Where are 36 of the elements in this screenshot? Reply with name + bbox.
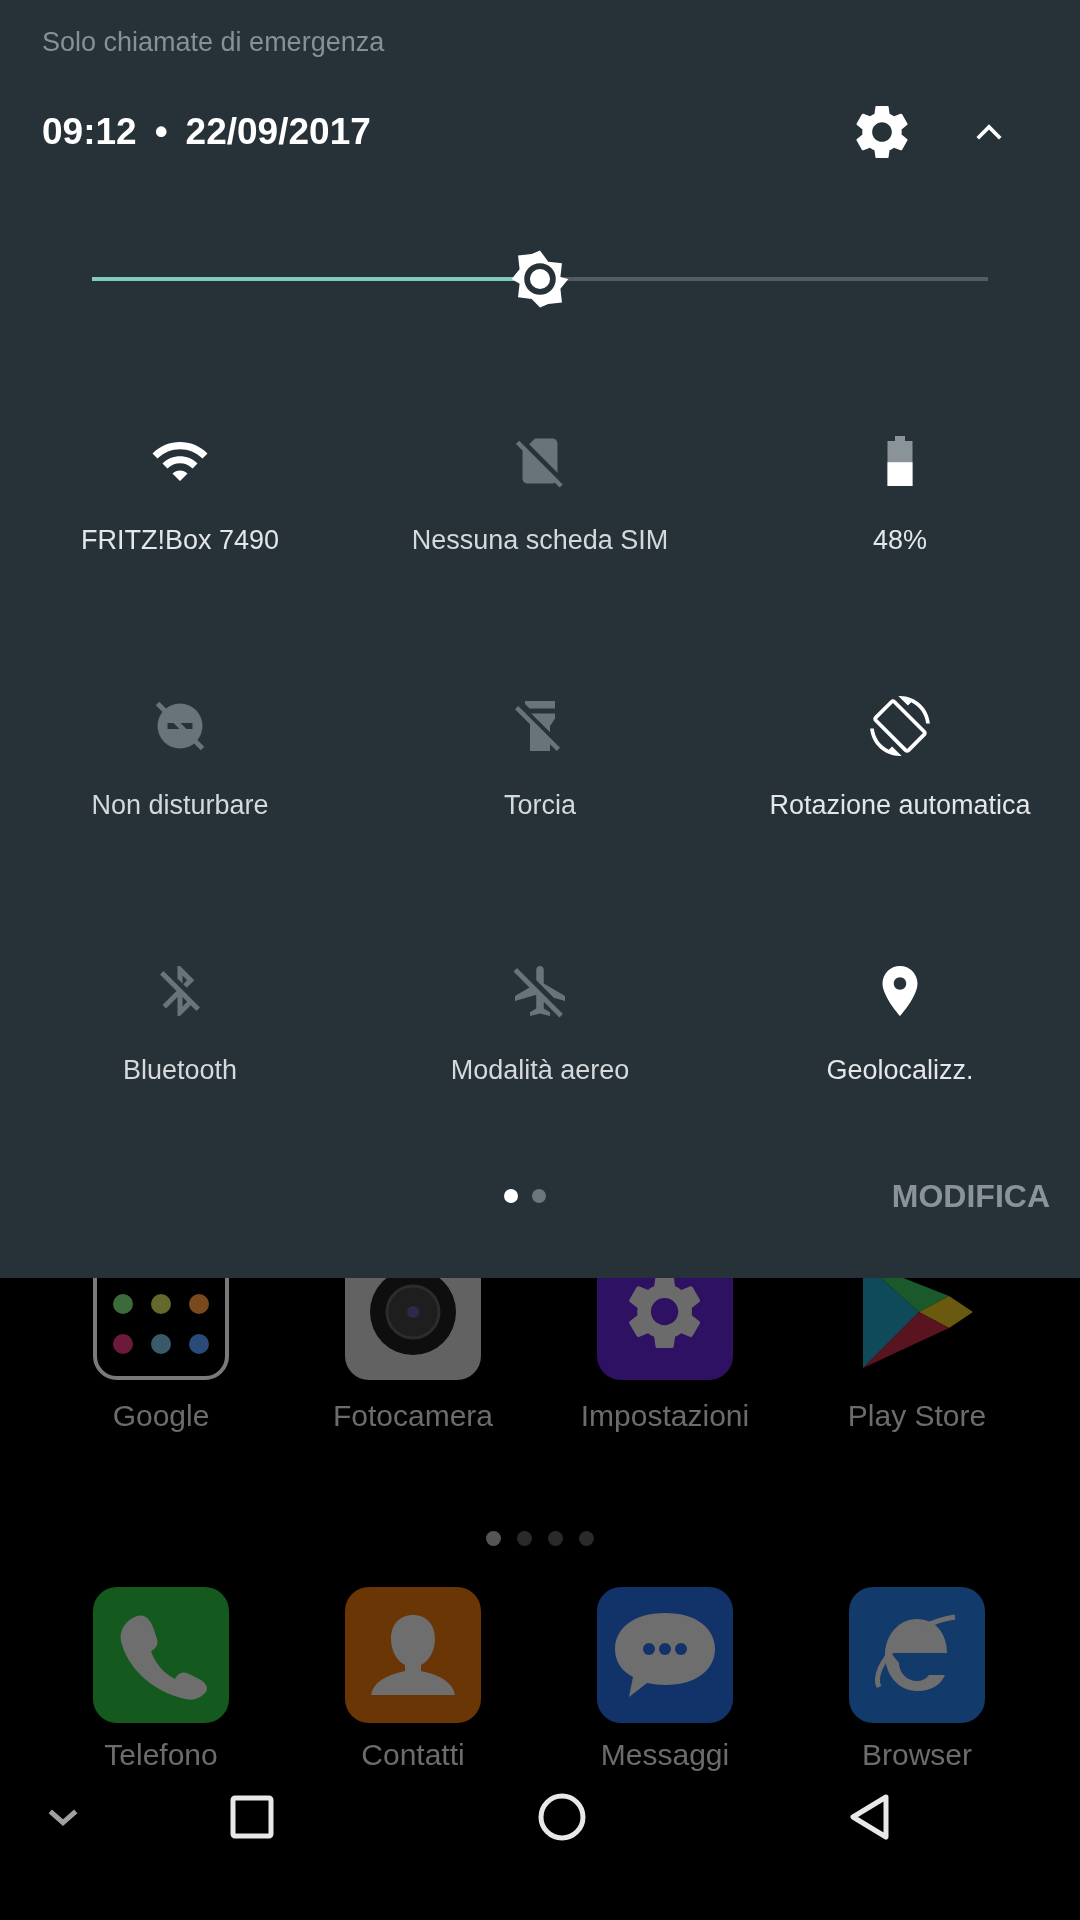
screen-rotation-icon bbox=[870, 696, 930, 756]
app-label: Contatti bbox=[361, 1737, 465, 1773]
recents-button-icon[interactable] bbox=[230, 1795, 274, 1839]
quick-settings-tile[interactable]: Non disturbare bbox=[0, 674, 360, 899]
camera-app-icon[interactable] bbox=[345, 1278, 481, 1380]
app-label: Impostazioni bbox=[580, 1398, 750, 1434]
back-button-icon[interactable] bbox=[848, 1793, 892, 1841]
app-label: Fotocamera bbox=[332, 1398, 494, 1434]
phone-app-icon[interactable] bbox=[93, 1587, 229, 1723]
quick-settings-tile[interactable]: Geolocalizz. bbox=[720, 939, 1080, 1164]
quick-settings-tile[interactable]: Bluetooth bbox=[0, 939, 360, 1164]
quick-settings-tile[interactable]: 48% bbox=[720, 409, 1080, 634]
quick-settings-tile[interactable]: Nessuna scheda SIM bbox=[360, 409, 720, 634]
carrier-status-text: Solo chiamate di emergenza bbox=[42, 26, 385, 58]
chevron-down-icon[interactable] bbox=[46, 1807, 80, 1827]
app-label: Browser bbox=[862, 1737, 972, 1773]
app-folder-icon[interactable] bbox=[93, 1278, 229, 1380]
time-date-text: 09:12 • 22/09/2017 bbox=[42, 111, 371, 153]
contacts-app-icon[interactable] bbox=[345, 1587, 481, 1723]
app-label: Messaggi bbox=[600, 1737, 730, 1773]
brightness-slider[interactable] bbox=[92, 249, 988, 309]
browser-app-icon[interactable] bbox=[849, 1587, 985, 1723]
settings-app-icon[interactable] bbox=[597, 1278, 733, 1380]
messages-app-icon[interactable] bbox=[597, 1587, 733, 1723]
quick-settings-tile[interactable]: Torcia bbox=[360, 674, 720, 899]
quick-settings-tile[interactable]: Modalità aereo bbox=[360, 939, 720, 1164]
home-button-icon[interactable] bbox=[538, 1793, 586, 1841]
brightness-thumb-icon[interactable] bbox=[509, 248, 571, 310]
quick-settings-tile[interactable]: FRITZ!Box 7490 bbox=[0, 409, 360, 634]
app-label: Play Store bbox=[847, 1398, 987, 1434]
edit-button[interactable]: MODIFICA bbox=[891, 1177, 1050, 1215]
app-label: Telefono bbox=[104, 1737, 218, 1773]
quick-settings-tile[interactable]: Rotazione automatica bbox=[720, 674, 1080, 899]
caret-up-icon[interactable] bbox=[974, 122, 1004, 142]
settings-icon[interactable] bbox=[856, 106, 908, 158]
app-label: Google bbox=[112, 1398, 210, 1434]
